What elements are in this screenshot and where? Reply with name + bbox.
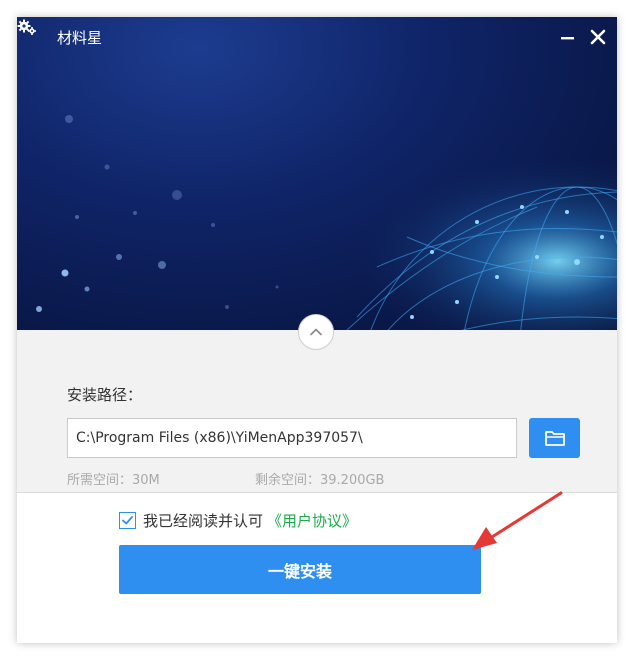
user-agreement-link[interactable]: 《用户协议》 [267, 510, 357, 531]
install-path-label: 安装路径： [67, 386, 143, 404]
install-path-input[interactable] [67, 418, 517, 458]
agreement-text: 我已经阅读并认可 [143, 511, 264, 530]
agreement-checkbox[interactable] [119, 511, 136, 529]
browse-folder-button[interactable] [529, 418, 580, 458]
install-options-panel: 安装路径： 所需空间：30M 剩余空间：39.200GB [17, 330, 617, 493]
free-space-text: 剩余空间：39.200GB [255, 473, 385, 488]
close-icon [590, 29, 606, 45]
chevron-up-icon [310, 328, 322, 336]
app-title: 材料星 [57, 29, 103, 47]
minimize-icon [561, 37, 574, 40]
titlebar: 材料星 [17, 17, 617, 59]
close-button[interactable] [585, 25, 611, 51]
folder-icon [544, 431, 565, 446]
gears-icon [17, 19, 36, 35]
required-space-text: 所需空间：30M [67, 473, 160, 488]
hero-globe-graphic [17, 17, 617, 330]
minimize-button[interactable] [555, 25, 581, 51]
checkmark-icon [122, 515, 133, 524]
hero-banner: 材料星 [17, 17, 617, 330]
collapse-button[interactable] [298, 314, 334, 350]
one-click-install-button[interactable]: 一键安装 [119, 545, 481, 594]
agreement-row: 我已经阅读并认可 《用户协议》 [119, 509, 357, 531]
